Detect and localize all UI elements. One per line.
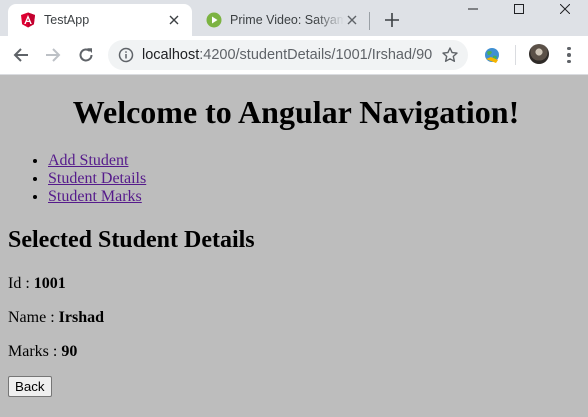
address-bar[interactable]: localhost:4200/studentDetails/1001/Irsha… <box>108 40 468 70</box>
info-icon[interactable] <box>118 47 134 63</box>
url-path: :4200/studentDetails/1001/Irshad/90 <box>199 47 433 63</box>
add-student-link[interactable]: Add Student <box>48 152 128 169</box>
toolbar-separator <box>515 45 516 65</box>
detail-name: Name : Irshad <box>8 309 104 327</box>
browser-toolbar: localhost:4200/studentDetails/1001/Irsha… <box>0 36 588 75</box>
tab-separator <box>369 12 370 30</box>
window-close-icon[interactable] <box>542 0 588 18</box>
angular-icon <box>20 12 36 28</box>
student-details-link[interactable]: Student Details <box>48 170 146 187</box>
close-icon[interactable] <box>166 12 182 28</box>
url-host: localhost <box>142 47 200 63</box>
tab-title: TestApp <box>44 13 90 27</box>
bookmark-star-icon[interactable] <box>442 47 458 63</box>
minimize-icon[interactable] <box>450 0 496 18</box>
detail-value: 1001 <box>33 275 66 292</box>
nav-list: Add Student Student Details Student Mark… <box>8 152 146 206</box>
student-marks-link[interactable]: Student Marks <box>48 188 142 205</box>
page-title: Welcome to Angular Navigation! <box>72 94 520 130</box>
prime-video-icon <box>206 12 222 28</box>
new-tab-plus-icon[interactable] <box>382 10 402 30</box>
tab-title: Prime Video: Satyameva Jayate <box>230 13 344 27</box>
reload-icon[interactable] <box>75 44 97 66</box>
tab-prime-video[interactable]: Prime Video: Satyameva Jayate <box>194 4 370 36</box>
detail-value: 90 <box>61 343 78 360</box>
nav-item-student-details: Student Details <box>48 170 146 188</box>
tab-strip: TestApp Prime Video: Satyameva Jayate <box>0 0 588 36</box>
page-content: Welcome to Angular Navigation! Add Stude… <box>0 75 588 417</box>
detail-id: Id : 1001 <box>8 275 66 293</box>
profile-avatar[interactable] <box>529 44 549 64</box>
back-arrow-icon[interactable] <box>10 44 32 66</box>
extension-globe-icon[interactable] <box>483 46 501 64</box>
nav-item-add-student: Add Student <box>48 152 146 170</box>
close-icon[interactable] <box>344 12 360 28</box>
tab-testapp[interactable]: TestApp <box>8 4 192 36</box>
more-menu-icon[interactable] <box>565 45 573 65</box>
detail-label: Id : <box>8 275 34 292</box>
detail-label: Marks : <box>8 343 62 360</box>
detail-label: Name : <box>8 309 59 326</box>
forward-arrow-icon[interactable] <box>42 44 64 66</box>
url-text: localhost:4200/studentDetails/1001/Irsha… <box>142 47 432 63</box>
detail-marks: Marks : 90 <box>8 343 77 361</box>
nav-item-student-marks: Student Marks <box>48 188 146 206</box>
section-title: Selected Student Details <box>8 227 255 253</box>
back-button[interactable]: Back <box>8 376 52 397</box>
maximize-icon[interactable] <box>496 0 542 18</box>
detail-value: Irshad <box>58 309 105 326</box>
